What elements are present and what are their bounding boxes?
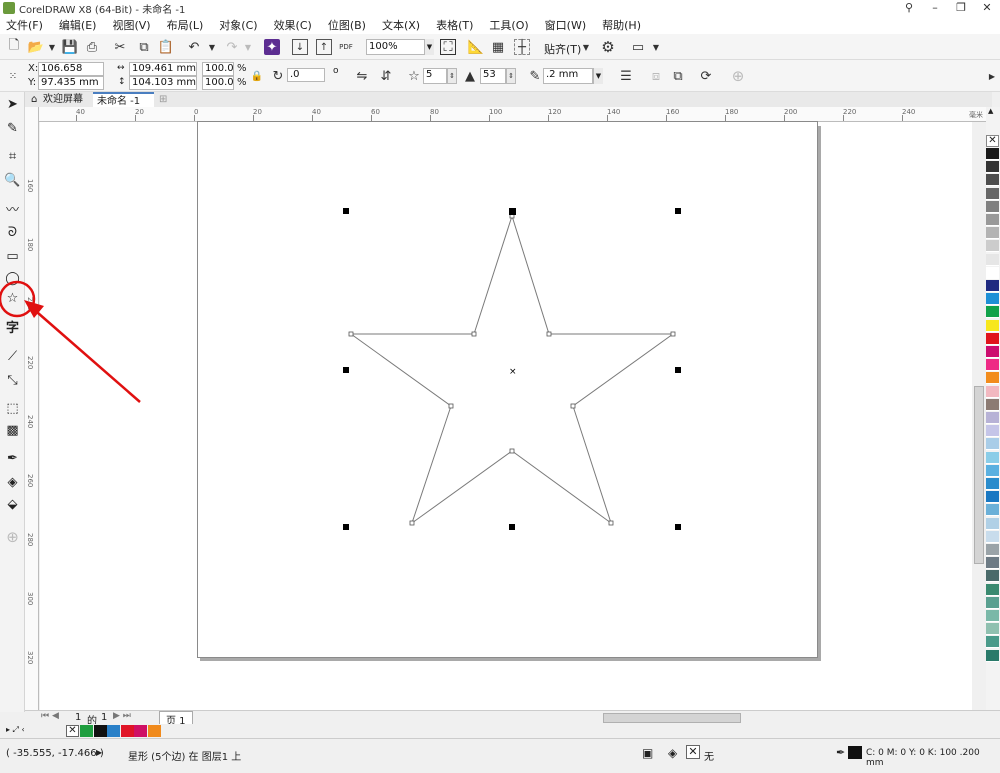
palette-swatch[interactable] <box>986 504 999 517</box>
cursor-coordinates: ( -35.555, -17.466 ) <box>6 748 104 759</box>
doc-palette-swatch[interactable] <box>120 725 134 737</box>
object-info: 星形 (5个边) 在 图层1 上 <box>128 752 242 763</box>
document-palette: ▸ ⤢ ‹ ✕ <box>0 724 1000 738</box>
palette-swatch[interactable] <box>986 161 999 174</box>
page-navigator: ⏮ ◀ 1 的 1 ▶ ⏭ 页 1 <box>25 710 1000 728</box>
palette-swatch[interactable] <box>986 306 999 319</box>
status-expand-icon[interactable]: ▶ <box>96 748 102 757</box>
outline-info: C: 0 M: 0 Y: 0 K: 100 .200 mm <box>866 748 980 768</box>
palette-swatch[interactable] <box>986 293 999 306</box>
palette-swatch[interactable] <box>986 200 999 213</box>
doc-palette-menu-icon[interactable]: ▸ ⤢ ‹ <box>6 725 25 735</box>
vertical-scrollbar[interactable] <box>972 122 986 710</box>
center-marker: × <box>509 367 517 377</box>
total-pages: 1 <box>101 712 108 723</box>
palette-swatch[interactable] <box>986 319 999 332</box>
palette-swatch[interactable] <box>986 385 999 398</box>
palette-swatch[interactable] <box>986 240 999 253</box>
palette-swatch[interactable] <box>986 280 999 292</box>
doc-palette-swatch[interactable] <box>93 725 107 737</box>
palette-scroll-up-icon[interactable]: ▲ <box>988 107 993 115</box>
doc-palette-swatch[interactable] <box>147 725 161 737</box>
palette-swatch[interactable] <box>986 398 999 411</box>
palette-swatch[interactable] <box>986 412 999 424</box>
status-bar: ( -35.555, -17.466 ) ▶ 星形 (5个边) 在 图层1 上 … <box>0 738 1000 773</box>
outline-color-swatch[interactable] <box>848 746 862 759</box>
doc-palette-swatch[interactable] <box>80 725 93 737</box>
palette-swatch[interactable] <box>986 253 999 266</box>
palette-swatch[interactable] <box>986 636 999 649</box>
palette-swatch[interactable] <box>986 266 999 279</box>
palette-swatch[interactable] <box>986 530 999 543</box>
palette-swatch[interactable] <box>986 491 999 504</box>
palette-swatch[interactable] <box>986 464 999 477</box>
palette-swatch[interactable] <box>986 544 999 556</box>
palette-swatch[interactable] <box>986 425 999 438</box>
palette-swatch[interactable] <box>986 174 999 187</box>
last-page-icon[interactable]: ▶ ⏭ <box>113 711 131 721</box>
palette-swatch[interactable] <box>986 438 999 451</box>
palette-swatch[interactable] <box>986 187 999 200</box>
vertical-scroll-thumb[interactable] <box>974 386 984 564</box>
annotation-arrow-line <box>29 305 141 403</box>
palette-swatch[interactable] <box>986 148 999 160</box>
palette-swatch[interactable] <box>986 570 999 583</box>
palette-swatch[interactable] <box>986 227 999 240</box>
horizontal-scroll-thumb[interactable] <box>603 713 741 723</box>
first-page-icon[interactable]: ⏮ ◀ <box>41 711 59 721</box>
color-proofing-icon[interactable]: ▣ <box>642 746 653 760</box>
palette-swatch[interactable] <box>986 610 999 622</box>
palette-swatch[interactable] <box>986 623 999 636</box>
drawing-overlay: × <box>0 208 681 530</box>
annotation-circle <box>0 280 36 318</box>
color-palette: ▲ ✕ <box>986 107 1000 710</box>
palette-swatch[interactable] <box>986 346 999 358</box>
palette-swatch[interactable] <box>986 583 999 596</box>
palette-swatch[interactable] <box>986 359 999 372</box>
palette-swatch[interactable] <box>986 332 999 345</box>
palette-swatch[interactable] <box>986 372 999 385</box>
palette-swatch[interactable] <box>986 596 999 609</box>
fill-none-swatch[interactable]: ✕ <box>686 745 700 759</box>
palette-swatch[interactable] <box>986 517 999 530</box>
fill-bucket-icon[interactable]: ◈ <box>668 746 677 760</box>
palette-swatch[interactable] <box>986 451 999 464</box>
no-color-swatch[interactable]: ✕ <box>986 135 999 147</box>
palette-swatch[interactable] <box>986 478 999 490</box>
doc-palette-swatch[interactable] <box>134 725 147 737</box>
current-page-number[interactable]: 1 <box>75 712 81 723</box>
doc-palette-swatch[interactable] <box>107 725 120 737</box>
doc-no-color-swatch[interactable]: ✕ <box>66 725 79 737</box>
outline-pen-icon[interactable]: ✒ <box>836 746 845 759</box>
palette-swatch[interactable] <box>986 214 999 226</box>
palette-swatch[interactable] <box>986 649 999 662</box>
palette-swatch[interactable] <box>986 557 999 570</box>
fill-none-label: 无 <box>704 752 714 763</box>
